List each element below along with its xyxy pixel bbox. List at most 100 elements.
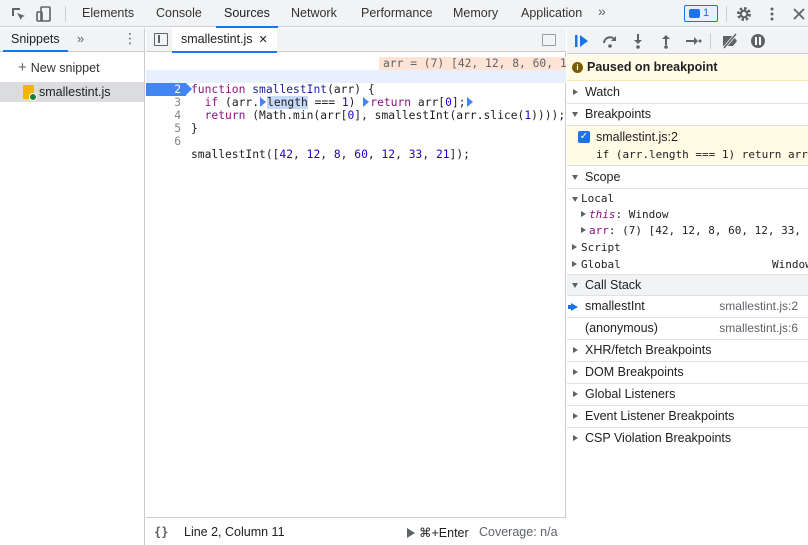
more-tabs-icon[interactable]: » bbox=[598, 3, 606, 19]
snippet-file-item[interactable]: smallestint.js bbox=[0, 82, 144, 102]
call-frame-current[interactable]: smallestInt smallestint.js:2 bbox=[567, 296, 808, 318]
collapse-triangle-icon bbox=[572, 175, 578, 180]
breakpoint-location: smallestint.js:2 bbox=[596, 130, 678, 144]
section-breakpoints[interactable]: Breakpoints bbox=[567, 104, 808, 126]
current-frame-arrow-icon bbox=[568, 303, 578, 311]
new-snippet-button[interactable]: + New snippet bbox=[18, 59, 100, 76]
tab-snippets[interactable]: Snippets bbox=[3, 28, 68, 52]
plus-icon: + bbox=[18, 59, 27, 76]
inline-variable-value: arr = (7) [42, 12, 8, 60, 12, 33, 21] bbox=[379, 57, 566, 70]
section-dom-breakpoints[interactable]: DOM Breakpoints bbox=[567, 362, 808, 384]
expand-triangle-icon bbox=[581, 211, 586, 217]
paused-message: Paused on breakpoint bbox=[587, 60, 718, 74]
code-line-paused[interactable]: 2 if (arr. length === 1) return arr[0]; bbox=[146, 70, 566, 109]
toggle-debugger-icon[interactable] bbox=[542, 34, 556, 46]
scope-local-label: Local bbox=[581, 192, 615, 205]
kebab-menu-icon[interactable]: ⋮ bbox=[123, 30, 137, 47]
cursor-position: Line 2, Column 11 bbox=[184, 525, 285, 539]
scope-property-name: arr bbox=[589, 224, 609, 237]
debugger-toolbar bbox=[567, 28, 808, 54]
expand-triangle-icon bbox=[572, 244, 577, 250]
gear-icon[interactable] bbox=[735, 5, 753, 23]
tab-application[interactable]: Application bbox=[521, 0, 582, 27]
more-tabs-icon[interactable]: » bbox=[77, 31, 84, 46]
scope-script[interactable]: Script bbox=[567, 240, 808, 256]
tab-performance[interactable]: Performance bbox=[361, 0, 433, 27]
step-over-icon[interactable] bbox=[601, 32, 619, 50]
step-out-icon[interactable] bbox=[657, 32, 675, 50]
tab-elements[interactable]: Elements bbox=[82, 0, 134, 27]
expand-triangle-icon bbox=[572, 261, 577, 267]
close-tab-icon[interactable]: ✕ bbox=[259, 34, 268, 46]
section-title: DOM Breakpoints bbox=[585, 365, 684, 379]
section-xhr-breakpoints[interactable]: XHR/fetch Breakpoints bbox=[567, 340, 808, 362]
section-title: Event Listener Breakpoints bbox=[585, 409, 735, 423]
expand-triangle-icon bbox=[573, 347, 578, 353]
snippet-file-label: smallestint.js bbox=[39, 85, 111, 99]
scope-property-value: (7) [42, 12, 8, 60, 12, 33, 21] bbox=[622, 224, 808, 237]
call-frame-location: smallestint.js:2 bbox=[719, 299, 798, 313]
breakpoint-checkbox[interactable]: ✓ bbox=[578, 131, 590, 143]
scope-global[interactable]: Global Window bbox=[567, 257, 808, 273]
deactivate-breakpoints-icon[interactable] bbox=[721, 32, 739, 50]
step-into-icon[interactable] bbox=[629, 32, 647, 50]
section-csp-breakpoints[interactable]: CSP Violation Breakpoints bbox=[567, 428, 808, 450]
coverage-status: Coverage: n/a bbox=[479, 525, 558, 539]
expand-triangle-icon bbox=[573, 435, 578, 441]
expand-triangle-icon bbox=[573, 369, 578, 375]
resume-icon[interactable] bbox=[572, 32, 590, 50]
expand-triangle-icon bbox=[573, 391, 578, 397]
navigator-header: Snippets » ⋮ bbox=[0, 28, 144, 52]
code-line[interactable]: 5 bbox=[146, 109, 566, 135]
tab-memory[interactable]: Memory bbox=[453, 0, 498, 27]
debugger-sidebar: i Paused on breakpoint Watch Breakpoints… bbox=[567, 28, 808, 545]
pretty-print-button[interactable]: {} bbox=[154, 525, 168, 539]
step-icon[interactable] bbox=[684, 32, 702, 50]
kebab-menu-icon[interactable] bbox=[763, 5, 781, 23]
section-title: XHR/fetch Breakpoints bbox=[585, 343, 712, 357]
collapse-triangle-icon bbox=[572, 283, 578, 288]
section-title: Scope bbox=[585, 170, 621, 184]
scope-arr[interactable]: arr: (7) [42, 12, 8, 60, 12, 33, 21] bbox=[567, 223, 808, 239]
breakpoint-item[interactable]: ✓ smallestint.js:2 if (arr.length === 1)… bbox=[567, 126, 808, 166]
pause-on-exceptions-icon[interactable] bbox=[749, 32, 767, 50]
code-line[interactable]: 6 smallestInt([42, 12, 8, 60, 12, 33, 21… bbox=[146, 122, 566, 161]
run-snippet-button[interactable]: ⌘+Enter bbox=[407, 525, 469, 540]
breakpoint-code: if (arr.length === 1) return arr[0]; bbox=[596, 148, 808, 161]
tab-sources[interactable]: Sources bbox=[216, 0, 278, 28]
line-number[interactable]: 6 bbox=[146, 135, 186, 148]
section-watch[interactable]: Watch bbox=[567, 82, 808, 104]
close-icon[interactable] bbox=[790, 5, 808, 23]
call-frame-location: smallestint.js:6 bbox=[719, 321, 798, 335]
section-global-listeners[interactable]: Global Listeners bbox=[567, 384, 808, 406]
inspect-element-icon[interactable] bbox=[9, 5, 27, 23]
call-frame[interactable]: (anonymous) smallestint.js:6 bbox=[567, 318, 808, 340]
issues-badge[interactable]: 1 bbox=[684, 5, 718, 22]
editor-file-tab[interactable]: smallestint.js ✕ bbox=[172, 28, 277, 53]
tab-console[interactable]: Console bbox=[156, 0, 202, 27]
device-toolbar-icon[interactable] bbox=[35, 5, 53, 23]
new-snippet-label: New snippet bbox=[30, 61, 100, 75]
tab-network[interactable]: Network bbox=[291, 0, 337, 27]
scope-local[interactable]: Local bbox=[567, 191, 808, 207]
section-call-stack[interactable]: Call Stack bbox=[567, 274, 808, 296]
code-line[interactable]: 1 function smallestInt(arr) { arr = (7) … bbox=[146, 57, 566, 96]
code-line[interactable]: 3 return (Math.min(arr[0], smallestInt(a… bbox=[146, 83, 566, 122]
js-file-icon bbox=[23, 85, 37, 101]
code-line[interactable]: 4 } bbox=[146, 96, 566, 135]
scope-property-name: this bbox=[589, 208, 616, 221]
issues-count: 1 bbox=[703, 7, 710, 19]
section-title: CSP Violation Breakpoints bbox=[585, 431, 732, 445]
scope-this[interactable]: this: Window bbox=[567, 207, 808, 223]
section-scope[interactable]: Scope bbox=[567, 167, 808, 189]
toolbar-separator bbox=[726, 6, 727, 22]
devtools-tab-bar: Elements Console Sources Network Perform… bbox=[0, 0, 808, 28]
section-title: Call Stack bbox=[585, 278, 642, 292]
scope-global-value: Window bbox=[772, 258, 808, 271]
file-navigator: Snippets » ⋮ + New snippet smallestint.js bbox=[0, 28, 145, 545]
toggle-navigator-icon[interactable] bbox=[154, 33, 168, 46]
expand-triangle-icon bbox=[573, 89, 578, 95]
section-title: Breakpoints bbox=[585, 107, 652, 121]
section-event-listener-breakpoints[interactable]: Event Listener Breakpoints bbox=[567, 406, 808, 428]
editor-status-bar: {} Line 2, Column 11 ⌘+Enter Coverage: n… bbox=[146, 517, 566, 545]
